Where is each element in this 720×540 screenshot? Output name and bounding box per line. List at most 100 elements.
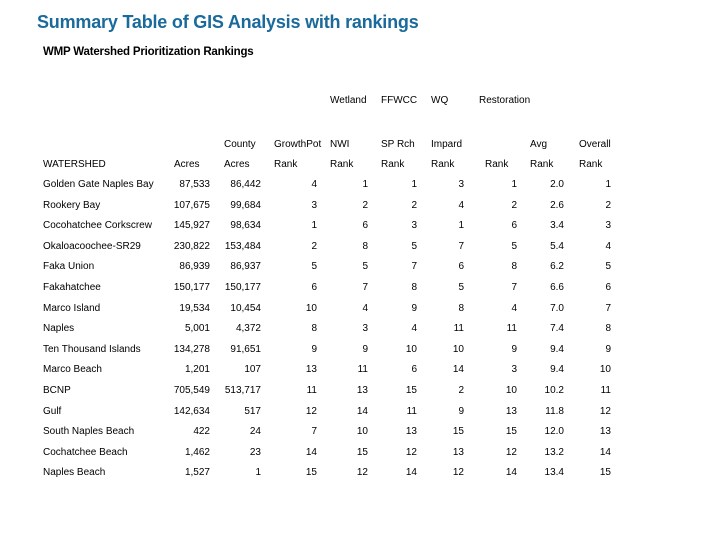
cell-restoration-rank: 13	[505, 405, 517, 417]
cell-county-acres: 10,454	[230, 302, 261, 314]
cell-avg-rank: 12.0	[544, 426, 564, 438]
cell-restoration-rank: 9	[511, 343, 517, 355]
cell-county-acres: 91,651	[230, 343, 261, 355]
cell-watershed: Golden Gate Naples Bay	[43, 179, 154, 190]
cell-growth-rank: 1	[311, 220, 317, 232]
cell-sprch-rank: 10	[405, 343, 417, 355]
cell-restoration-rank: 7	[511, 282, 517, 293]
cell-county-acres: 517	[244, 405, 261, 417]
cell-acres: 134,278	[173, 343, 210, 355]
cell-impard-rank: 5	[458, 282, 464, 293]
cell-watershed: Cochatchee Beach	[43, 446, 128, 458]
cell-acres: 1,201	[184, 364, 210, 376]
cell-watershed: Faka Union	[43, 261, 95, 273]
cell-county-acres: 23	[249, 446, 261, 458]
cell-sprch-rank: 6	[411, 364, 417, 376]
cell-overall-rank: 14	[599, 446, 611, 458]
header-ffwcc: FFWCC	[381, 95, 418, 106]
cell-acres: 87,533	[179, 179, 210, 190]
cell-restoration-rank: 4	[511, 302, 517, 314]
cell-watershed: Naples Beach	[43, 467, 106, 479]
header-restoration: Restoration	[479, 95, 531, 106]
cell-acres: 145,927	[173, 220, 210, 232]
cell-growth-rank: 9	[311, 343, 317, 355]
cell-county-acres: 98,634	[230, 220, 261, 232]
cell-county-acres: 4,372	[235, 323, 261, 335]
header-impard-rank: Rank	[431, 159, 455, 170]
cell-restoration-rank: 5	[511, 240, 517, 252]
cell-avg-rank: 2.0	[550, 179, 564, 190]
cell-county-acres: 153,484	[224, 240, 261, 252]
cell-sprch-rank: 14	[405, 467, 417, 479]
cell-avg-rank: 9.4	[550, 343, 564, 355]
header-growthpot: GrowthPot	[274, 139, 322, 150]
cell-nwi-rank: 12	[356, 467, 368, 479]
cell-sprch-rank: 13	[405, 426, 417, 438]
cell-overall-rank: 6	[605, 282, 611, 293]
cell-nwi-rank: 6	[362, 220, 368, 232]
cell-impard-rank: 15	[452, 426, 464, 438]
cell-impard-rank: 12	[452, 467, 464, 479]
cell-nwi-rank: 10	[356, 426, 368, 438]
cell-restoration-rank: 2	[511, 199, 517, 211]
cell-growth-rank: 6	[311, 282, 317, 293]
cell-sprch-rank: 7	[411, 261, 417, 273]
cell-sprch-rank: 15	[405, 385, 417, 396]
cell-overall-rank: 10	[599, 364, 611, 376]
cell-restoration-rank: 1	[511, 179, 517, 190]
cell-watershed: Fakahatchee	[43, 282, 101, 293]
cell-nwi-rank: 14	[356, 405, 368, 417]
cell-county-acres: 86,442	[230, 179, 261, 190]
cell-county-acres: 107	[244, 364, 261, 376]
cell-avg-rank: 10.2	[544, 385, 564, 396]
header-avg-rank: Rank	[530, 159, 554, 170]
cell-avg-rank: 13.4	[544, 467, 564, 479]
cell-overall-rank: 3	[605, 220, 611, 232]
cell-impard-rank: 9	[458, 405, 464, 417]
page-title: Summary Table of GIS Analysis with ranki…	[37, 12, 419, 32]
table-subtitle: WMP Watershed Prioritization Rankings	[43, 46, 254, 58]
cell-impard-rank: 8	[458, 302, 464, 314]
cell-impard-rank: 3	[458, 179, 464, 190]
cell-acres: 142,634	[173, 405, 210, 417]
cell-avg-rank: 13.2	[544, 446, 564, 458]
cell-restoration-rank: 15	[505, 426, 517, 438]
cell-nwi-rank: 8	[362, 240, 368, 252]
cell-growth-rank: 13	[305, 364, 317, 376]
cell-county-acres: 99,684	[230, 199, 261, 211]
cell-impard-rank: 10	[452, 343, 464, 355]
cell-overall-rank: 1	[605, 179, 611, 190]
cell-acres: 107,675	[173, 199, 210, 211]
cell-growth-rank: 14	[305, 446, 317, 458]
cell-overall-rank: 12	[599, 405, 611, 417]
cell-nwi-rank: 4	[362, 302, 368, 314]
cell-impard-rank: 4	[458, 199, 464, 211]
cell-acres: 19,534	[179, 302, 210, 314]
cell-growth-rank: 15	[305, 467, 317, 479]
header-restoration-rank: Rank	[485, 159, 509, 170]
cell-overall-rank: 4	[605, 240, 611, 252]
cell-overall-rank: 8	[605, 323, 611, 335]
cell-avg-rank: 11.8	[545, 405, 564, 417]
cell-sprch-rank: 11	[406, 405, 417, 417]
cell-avg-rank: 3.4	[550, 220, 564, 232]
cell-watershed: Naples	[43, 323, 75, 335]
cell-avg-rank: 9.4	[550, 364, 564, 376]
cell-restoration-rank: 6	[511, 220, 517, 232]
cell-acres: 422	[193, 426, 210, 438]
cell-avg-rank: 2.6	[550, 199, 564, 211]
cell-acres: 86,939	[179, 261, 210, 273]
header-impard: Impard	[431, 139, 463, 150]
cell-watershed: Marco Island	[43, 302, 101, 314]
cell-sprch-rank: 9	[411, 302, 417, 314]
cell-impard-rank: 13	[452, 446, 464, 458]
header-sprch-rank: Rank	[381, 159, 405, 170]
cell-watershed: Okaloacoochee-SR29	[43, 240, 141, 252]
header-wq: WQ	[431, 95, 449, 106]
cell-acres: 150,177	[173, 282, 210, 293]
cell-impard-rank: 7	[458, 240, 464, 252]
cell-nwi-rank: 7	[362, 282, 368, 293]
cell-restoration-rank: 12	[505, 446, 517, 458]
cell-overall-rank: 13	[599, 426, 611, 438]
cell-sprch-rank: 2	[411, 199, 417, 211]
